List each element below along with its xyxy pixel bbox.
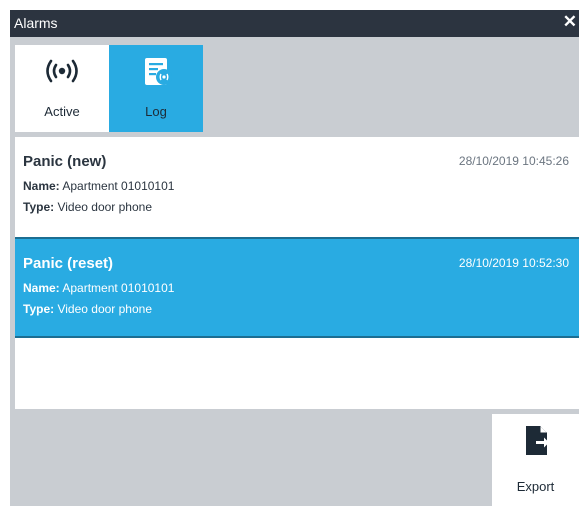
alarm-title: Panic (new) — [23, 153, 107, 170]
alarms-window: Alarms ✕ Active Log Panic (new) 28/10/20… — [10, 10, 579, 506]
tab-active[interactable]: Active — [15, 45, 109, 132]
type-label: Type: — [23, 302, 55, 316]
alarm-log-list: Panic (new) 28/10/2019 10:45:26 Name: Ap… — [15, 137, 579, 409]
type-value: Video door phone — [57, 200, 152, 214]
log-list-icon — [145, 58, 172, 85]
tab-label: Active — [44, 104, 80, 119]
alarm-title: Panic (reset) — [23, 255, 114, 272]
export-file-icon — [526, 426, 549, 455]
tab-label: Log — [145, 104, 167, 119]
export-label: Export — [516, 479, 555, 494]
export-button[interactable]: Export — [492, 414, 579, 506]
name-label: Name: — [23, 179, 60, 193]
alarm-type-line: Type: Video door phone — [23, 200, 152, 214]
name-value: Apartment 01010101 — [62, 179, 175, 193]
window-title: Alarms — [14, 15, 58, 31]
alarm-datetime: 28/10/2019 10:52:30 — [458, 256, 569, 270]
alarm-datetime: 28/10/2019 10:45:26 — [458, 154, 569, 168]
close-icon[interactable]: ✕ — [563, 12, 577, 32]
alarm-name-line: Name: Apartment 01010101 — [23, 179, 174, 193]
name-value: Apartment 01010101 — [62, 281, 175, 295]
type-label: Type: — [23, 200, 55, 214]
alarm-log-item-selected[interactable]: Panic (reset) 28/10/2019 10:52:30 Name: … — [15, 237, 579, 338]
alarm-name-line: Name: Apartment 01010101 — [23, 281, 174, 295]
alarm-type-line: Type: Video door phone — [23, 302, 152, 316]
tab-log[interactable]: Log — [109, 45, 203, 132]
alarm-log-item[interactable]: Panic (new) 28/10/2019 10:45:26 Name: Ap… — [15, 137, 579, 237]
name-label: Name: — [23, 281, 60, 295]
type-value: Video door phone — [57, 302, 152, 316]
alarm-signal-icon — [46, 59, 78, 83]
title-bar: Alarms ✕ — [10, 10, 579, 37]
